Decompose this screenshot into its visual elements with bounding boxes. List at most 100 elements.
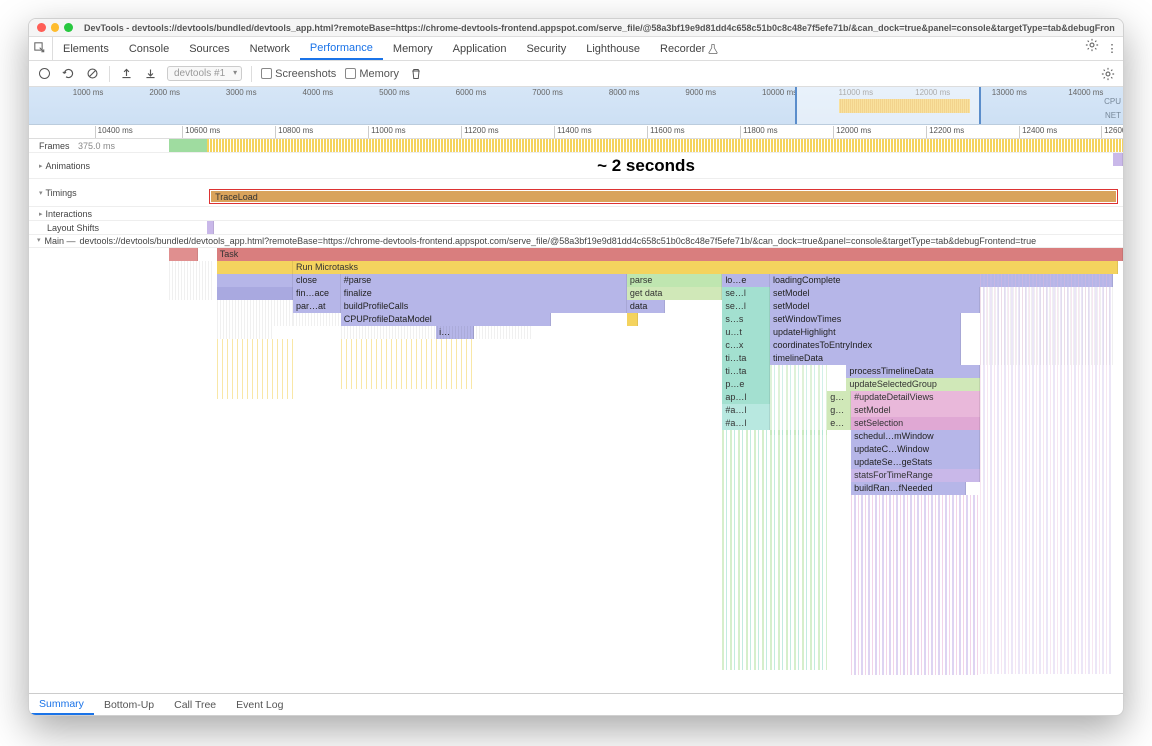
chevron-down-icon[interactable]: ▾ bbox=[39, 189, 43, 197]
flame-bar[interactable]: buildRan…fNeeded bbox=[851, 482, 965, 495]
flame-bar[interactable]: data bbox=[627, 300, 665, 313]
flame-bar[interactable]: coordinatesToEntryIndex bbox=[770, 339, 961, 352]
trash-icon[interactable] bbox=[408, 66, 423, 81]
close-icon[interactable] bbox=[37, 23, 46, 32]
main-track-header[interactable]: ▾ Main — devtools://devtools/bundled/dev… bbox=[29, 235, 1123, 248]
flame-bar[interactable]: ap…l bbox=[722, 391, 770, 404]
flame-bar[interactable] bbox=[169, 248, 198, 261]
memory-checkbox[interactable]: Memory bbox=[345, 68, 399, 80]
flame-bar[interactable]: ti…ta bbox=[722, 365, 770, 378]
flame-bar[interactable] bbox=[217, 274, 293, 287]
clear-icon[interactable] bbox=[85, 66, 100, 81]
flame-bar[interactable]: fin…ace bbox=[293, 287, 341, 300]
flame-bar[interactable]: schedul…mWindow bbox=[851, 430, 980, 443]
profile-selector[interactable]: devtools #1 bbox=[167, 66, 242, 81]
flame-bar[interactable]: setModel bbox=[770, 300, 980, 313]
tab-event-log[interactable]: Event Log bbox=[226, 694, 293, 715]
layout-shift-bar[interactable] bbox=[207, 221, 214, 234]
flame-bar-task[interactable]: Task bbox=[217, 248, 1123, 261]
maximize-icon[interactable] bbox=[64, 23, 73, 32]
chevron-down-icon[interactable]: ▾ bbox=[37, 236, 41, 246]
flame-bar[interactable]: #a…l bbox=[722, 417, 770, 430]
flame-bar[interactable]: s…s bbox=[722, 313, 770, 326]
animation-bar[interactable] bbox=[1113, 153, 1123, 166]
flame-bar[interactable]: setWindowTimes bbox=[770, 313, 961, 326]
flask-icon bbox=[708, 44, 718, 54]
tab-console[interactable]: Console bbox=[119, 37, 179, 60]
chevron-right-icon[interactable]: ▸ bbox=[39, 162, 43, 170]
tab-summary[interactable]: Summary bbox=[29, 694, 94, 715]
ruler-tick: 11800 ms bbox=[740, 126, 778, 138]
tab-network[interactable]: Network bbox=[240, 37, 300, 60]
timings-label: Timings bbox=[46, 188, 77, 198]
flame-bar[interactable]: se…l bbox=[722, 287, 770, 300]
flame-bar[interactable]: setModel bbox=[851, 404, 980, 417]
flame-bar[interactable]: updateC…Window bbox=[851, 443, 980, 456]
interactions-track[interactable]: ▸Interactions bbox=[29, 207, 1123, 221]
flame-bar[interactable]: #updateDetailViews bbox=[851, 391, 980, 404]
flame-bar[interactable]: timelineData bbox=[770, 352, 961, 365]
flame-bar[interactable]: p…e bbox=[722, 378, 770, 391]
flame-bar[interactable]: get data bbox=[627, 287, 722, 300]
flame-bar[interactable]: par…at bbox=[293, 300, 341, 313]
tab-sources[interactable]: Sources bbox=[179, 37, 239, 60]
record-icon[interactable] bbox=[37, 66, 52, 81]
flame-bar[interactable]: processTimelineData bbox=[846, 365, 980, 378]
flame-bar[interactable]: setModel bbox=[770, 287, 980, 300]
gear-icon[interactable] bbox=[1084, 37, 1099, 52]
flame-bar[interactable] bbox=[217, 261, 293, 274]
tab-recorder[interactable]: Recorder bbox=[650, 37, 728, 60]
flame-chart[interactable]: Task Run Microtasks close #parse parse l… bbox=[169, 248, 1123, 678]
animations-track[interactable]: ▸Animations ~ 2 seconds bbox=[29, 153, 1123, 179]
flame-bar[interactable]: statsForTimeRange bbox=[851, 469, 980, 482]
minimize-icon[interactable] bbox=[51, 23, 60, 32]
flame-bar[interactable]: g… bbox=[827, 404, 851, 417]
flame-bar[interactable] bbox=[217, 287, 293, 300]
tab-elements[interactable]: Elements bbox=[53, 37, 119, 60]
flame-bar[interactable]: setSelection bbox=[851, 417, 980, 430]
tab-security[interactable]: Security bbox=[516, 37, 576, 60]
flame-bar[interactable]: #parse bbox=[341, 274, 627, 287]
flame-bar[interactable] bbox=[627, 313, 638, 326]
timings-track[interactable]: ▾Timings TraceLoad bbox=[29, 179, 1123, 207]
layout-shifts-track[interactable]: Layout Shifts bbox=[29, 221, 1123, 235]
flame-bar-microtasks[interactable]: Run Microtasks bbox=[293, 261, 1118, 274]
overview-selection[interactable] bbox=[795, 87, 981, 124]
frames-track[interactable]: Frames 375.0 ms bbox=[29, 139, 1123, 153]
timeline-overview[interactable]: 1000 ms 2000 ms 3000 ms 4000 ms 5000 ms … bbox=[29, 87, 1123, 125]
flame-bar[interactable]: c…x bbox=[722, 339, 770, 352]
flame-bar[interactable]: updateSe…geStats bbox=[851, 456, 980, 469]
chevron-right-icon[interactable]: ▸ bbox=[39, 210, 43, 218]
flame-bar[interactable]: g… bbox=[827, 391, 851, 404]
flame-bar[interactable]: CPUProfileDataModel bbox=[341, 313, 551, 326]
flame-bar[interactable]: finalize bbox=[341, 287, 627, 300]
upload-icon[interactable] bbox=[119, 66, 134, 81]
detail-ruler[interactable]: 10400 ms 10600 ms 10800 ms 11000 ms 1120… bbox=[29, 125, 1123, 139]
tab-call-tree[interactable]: Call Tree bbox=[164, 694, 226, 715]
tab-memory[interactable]: Memory bbox=[383, 37, 443, 60]
ov-tick: 2000 ms bbox=[149, 88, 180, 97]
flame-bar[interactable]: updateHighlight bbox=[770, 326, 961, 339]
tab-performance[interactable]: Performance bbox=[300, 37, 383, 60]
ov-tick: 8000 ms bbox=[609, 88, 640, 97]
download-icon[interactable] bbox=[143, 66, 158, 81]
flame-bar[interactable]: buildProfileCalls bbox=[341, 300, 627, 313]
flame-bar[interactable]: u…t bbox=[722, 326, 770, 339]
flame-bar[interactable]: ti…ta bbox=[722, 352, 770, 365]
tab-bottom-up[interactable]: Bottom-Up bbox=[94, 694, 164, 715]
flame-bar[interactable]: lo…e bbox=[722, 274, 770, 287]
flame-bar[interactable]: close bbox=[293, 274, 341, 287]
tab-lighthouse[interactable]: Lighthouse bbox=[576, 37, 650, 60]
flame-bar[interactable]: updateSelectedGroup bbox=[846, 378, 980, 391]
inspect-icon[interactable] bbox=[29, 37, 53, 60]
gear-icon[interactable] bbox=[1100, 66, 1115, 81]
flame-bar[interactable]: e… bbox=[827, 417, 851, 430]
screenshots-checkbox[interactable]: Screenshots bbox=[261, 68, 336, 80]
flame-bar[interactable]: se…l bbox=[722, 300, 770, 313]
kebab-icon[interactable]: ⋮ bbox=[1101, 37, 1123, 60]
flame-bar[interactable]: #a…l bbox=[722, 404, 770, 417]
reload-icon[interactable] bbox=[61, 66, 76, 81]
flame-bar[interactable]: parse bbox=[627, 274, 722, 287]
traceload-marker[interactable]: TraceLoad bbox=[209, 189, 1118, 204]
tab-application[interactable]: Application bbox=[443, 37, 517, 60]
